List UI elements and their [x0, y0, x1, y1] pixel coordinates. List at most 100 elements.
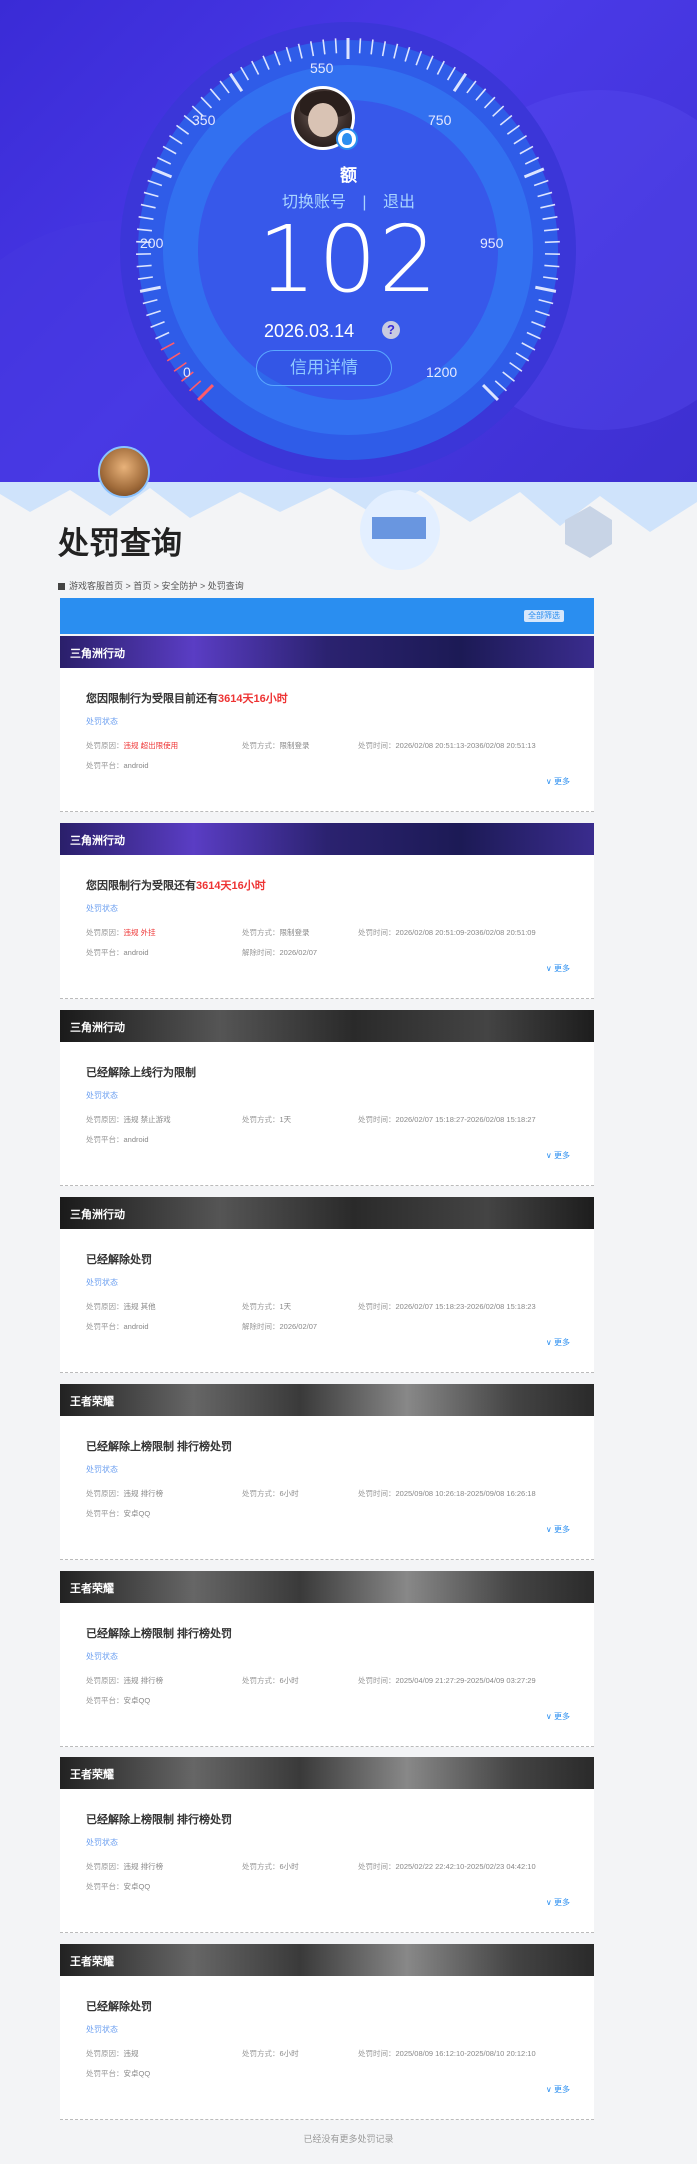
game-banner: 三角洲行动	[60, 636, 594, 668]
more-link[interactable]: ∨ 更多	[546, 1337, 570, 1348]
chevron-down-icon: ∨	[545, 1712, 554, 1721]
more-label: 更多	[554, 1712, 570, 1721]
field-value: 1天	[279, 1115, 292, 1124]
field-value: 违规 外挂	[123, 928, 156, 937]
penalty-remaining: 3614天16小时	[218, 693, 288, 705]
field-value: 2026/02/08 20:51:13-2036/02/08 20:51:13	[395, 741, 536, 750]
field-value: 限制登录	[279, 741, 310, 750]
field-label: 处罚时间：	[358, 2049, 396, 2058]
field-value: 安卓QQ	[123, 1509, 151, 1518]
field-label: 处罚方式：	[242, 1302, 280, 1311]
penalty-field: 处罚方式：1天	[242, 1114, 291, 1125]
game-banner: 三角洲行动	[60, 823, 594, 855]
field-value: android	[123, 1322, 149, 1331]
chevron-down-icon: ∨	[545, 777, 554, 786]
penalty-card: 王者荣耀 已经解除上榜限制 排行榜处罚 处罚状态 处罚原因：违规 排行榜 处罚方式：6小…	[60, 1384, 594, 1560]
penalty-card: 王者荣耀 已经解除上榜限制 排行榜处罚 处罚状态 处罚原因：违规 排行榜 处罚方式：6小…	[60, 1757, 594, 1933]
penalty-status: 处罚状态	[86, 1091, 118, 1100]
breadcrumb-text[interactable]: 游戏客服首页 > 首页 > 安全防护 > 处罚查询	[69, 581, 244, 591]
penalty-field: 处罚方式：6小时	[242, 1675, 299, 1686]
field-label: 处罚平台：	[86, 1696, 124, 1705]
penalty-field: 处罚方式：限制登录	[242, 740, 310, 751]
penalty-title: 已经解除上榜限制 排行榜处罚	[86, 1811, 232, 1827]
field-value: android	[123, 1135, 149, 1144]
penalty-field: 处罚原因：违规	[86, 2048, 139, 2059]
more-link[interactable]: ∨ 更多	[546, 1711, 570, 1722]
field-label: 处罚方式：	[242, 1676, 280, 1685]
field-label: 处罚方式：	[242, 2049, 280, 2058]
penalty-field: 处罚原因：违规 排行榜	[86, 1861, 163, 1872]
gauge-label-350: 350	[192, 112, 216, 128]
field-value: 2026/02/07	[279, 1322, 318, 1331]
field-label: 处罚平台：	[86, 1509, 124, 1518]
penalty-field: 处罚时间：2025/08/09 16:12:10-2025/08/10 20:1…	[358, 2048, 536, 2059]
penalty-title: 您因限制行为受限还有3614天16小时	[86, 877, 266, 893]
score-date: 2026.03.14	[264, 321, 355, 341]
more-link[interactable]: ∨ 更多	[546, 1150, 570, 1161]
penalty-field: 处罚原因：违规 超出限使用	[86, 740, 178, 751]
penalty-remaining: 3614天16小时	[196, 880, 266, 892]
card-divider	[60, 1932, 594, 1933]
field-value: 6小时	[279, 1489, 299, 1498]
field-label: 处罚原因：	[86, 741, 124, 750]
penalty-field: 处罚平台：android	[86, 760, 149, 771]
penalty-status: 处罚状态	[86, 904, 118, 913]
penalty-status: 处罚状态	[86, 1838, 118, 1847]
credit-detail-button[interactable]: 信用详情	[256, 350, 392, 386]
penalty-field: 处罚方式：6小时	[242, 2048, 299, 2059]
chevron-down-icon: ∨	[545, 1338, 554, 1347]
home-icon	[58, 583, 65, 591]
field-value: 违规 排行榜	[123, 1489, 164, 1498]
field-value: 2025/09/08 10:26:18-2025/09/08 16:26:18	[395, 1489, 536, 1498]
gauge-tick	[358, 38, 362, 54]
field-label: 处罚原因：	[86, 928, 124, 937]
penalty-title: 您因限制行为受限目前还有3614天16小时	[86, 690, 288, 706]
list-end-note: 已经没有更多处罚记录	[303, 2134, 394, 2144]
card-divider	[60, 811, 594, 812]
field-label: 处罚平台：	[86, 761, 124, 770]
penalty-title-text: 已经解除上榜限制 排行榜处罚	[86, 1814, 233, 1826]
penalty-field: 处罚平台：android	[86, 1134, 149, 1145]
field-label: 处罚时间：	[358, 1489, 396, 1498]
penalty-field: 处罚平台：安卓QQ	[86, 1881, 150, 1892]
field-value: 违规 超出限使用	[123, 741, 179, 750]
penalty-field: 处罚平台：安卓QQ	[86, 2068, 150, 2079]
penalty-title: 已经解除上榜限制 排行榜处罚	[86, 1438, 232, 1454]
more-label: 更多	[554, 777, 570, 786]
penalty-title-text: 已经解除上线行为限制	[86, 1067, 196, 1079]
game-name: 三角洲行动	[70, 1209, 125, 1221]
game-name: 三角洲行动	[70, 835, 125, 847]
field-label: 处罚平台：	[86, 1322, 124, 1331]
penalty-field: 解除时间：2026/02/07	[242, 1321, 317, 1332]
game-banner: 三角洲行动	[60, 1197, 594, 1229]
penalty-title: 已经解除上榜限制 排行榜处罚	[86, 1625, 232, 1641]
chevron-down-icon: ∨	[545, 1151, 554, 1160]
more-link[interactable]: ∨ 更多	[546, 776, 570, 787]
more-label: 更多	[554, 2085, 570, 2094]
penalty-title-text: 已经解除处罚	[86, 2001, 152, 2013]
penalty-field: 处罚原因：违规 外挂	[86, 927, 156, 938]
penalty-card: 三角洲行动您因限制行为受限还有3614天16小时处罚状态处罚原因：违规 外挂 处罚…	[60, 823, 594, 999]
qq-badge-icon	[336, 128, 358, 150]
more-link[interactable]: ∨ 更多	[546, 963, 570, 974]
penalty-field: 处罚时间：2026/02/07 15:18:27-2026/02/08 15:1…	[358, 1114, 536, 1125]
more-link[interactable]: ∨ 更多	[546, 1524, 570, 1535]
field-label: 处罚方式：	[242, 1115, 280, 1124]
help-icon[interactable]: ?	[382, 321, 400, 339]
field-label: 处罚平台：	[86, 1882, 124, 1891]
more-link[interactable]: ∨ 更多	[546, 1897, 570, 1908]
field-label: 处罚方式：	[242, 1489, 280, 1498]
chevron-down-icon: ∨	[545, 964, 554, 973]
filter-button[interactable]: 全部筛选	[524, 610, 564, 622]
penalty-title: 已经解除上线行为限制	[86, 1064, 196, 1080]
field-label: 处罚原因：	[86, 1676, 124, 1685]
penalty-field: 处罚原因：违规 排行榜	[86, 1488, 163, 1499]
hero-character-avatar	[98, 446, 150, 498]
more-label: 更多	[554, 1525, 570, 1534]
card-divider	[60, 2119, 594, 2120]
penalty-status: 处罚状态	[86, 717, 118, 726]
more-link[interactable]: ∨ 更多	[546, 2084, 570, 2095]
more-label: 更多	[554, 1338, 570, 1347]
game-name: 三角洲行动	[70, 1022, 125, 1034]
penalty-card: 王者荣耀 已经解除上榜限制 排行榜处罚 处罚状态 处罚原因：违规 排行榜 处罚方式：6小…	[60, 1571, 594, 1747]
